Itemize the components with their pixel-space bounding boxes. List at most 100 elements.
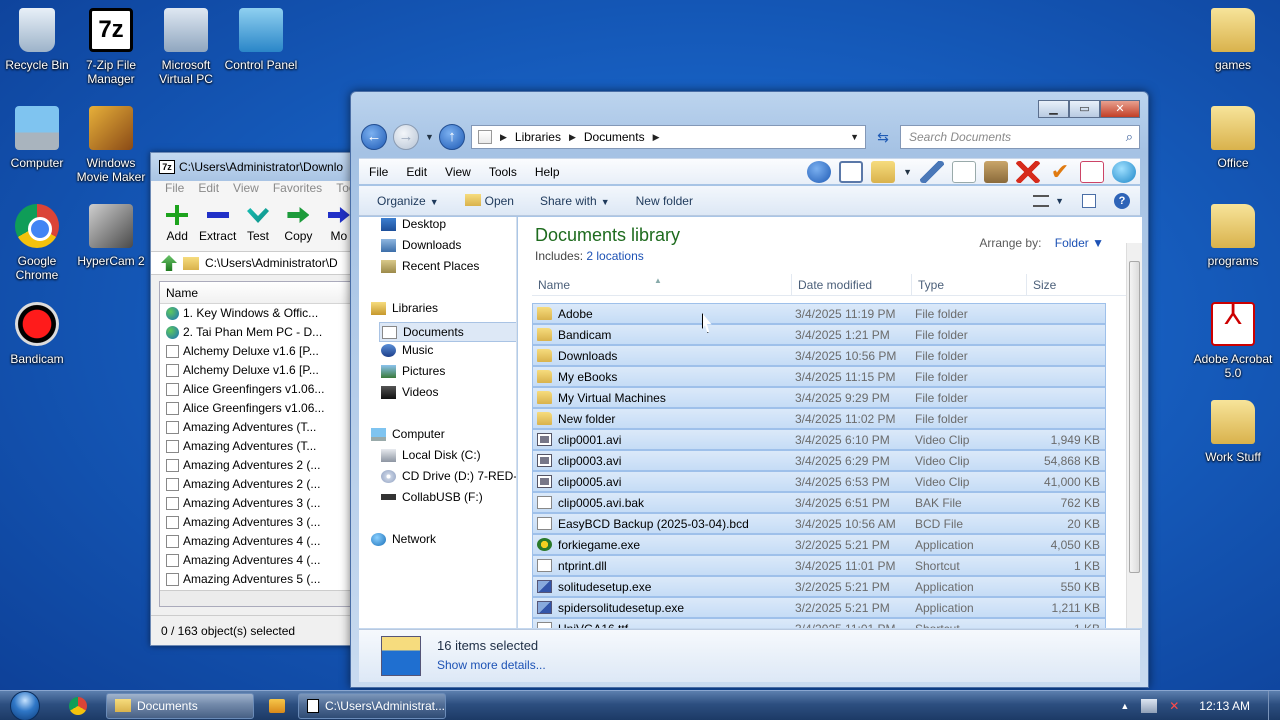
preview-pane-icon[interactable]: [1082, 193, 1096, 208]
taskbar-chrome[interactable]: [50, 692, 106, 720]
menu-view[interactable]: View: [445, 165, 471, 179]
nav-music[interactable]: Music: [381, 343, 433, 357]
list-item[interactable]: Alice Greenfingers v1.06...: [160, 380, 358, 399]
list-item[interactable]: Amazing Adventures 4 (...: [160, 551, 358, 570]
up-button[interactable]: ↑: [439, 124, 465, 150]
cut-icon[interactable]: [920, 160, 944, 183]
seven-zip-titlebar[interactable]: 7z C:\Users\Administrator\Downlo: [151, 153, 359, 181]
organize-button[interactable]: Organize ▼: [377, 194, 439, 208]
copy-button[interactable]: Copy: [278, 199, 318, 251]
locations-link[interactable]: 2 locations: [586, 249, 643, 263]
file-row[interactable]: My eBooks 3/4/2025 11:15 PM File folder: [532, 366, 1106, 387]
new-folder-button[interactable]: New folder: [636, 194, 693, 208]
arrange-by[interactable]: Arrange by: Folder ▼: [979, 236, 1104, 250]
desktop-icon-computer[interactable]: Computer: [0, 106, 78, 170]
menu-favorites[interactable]: Favorites: [273, 181, 322, 199]
nav-desktop[interactable]: Desktop: [381, 217, 446, 231]
paste-icon[interactable]: [984, 160, 1008, 183]
volume-muted-icon[interactable]: ✕: [1169, 699, 1179, 713]
chevron-right-icon[interactable]: ▶: [500, 132, 507, 143]
file-row[interactable]: Downloads 3/4/2025 10:56 PM File folder: [532, 345, 1106, 366]
file-list-pane[interactable]: Documents library Includes: 2 locations …: [518, 217, 1142, 628]
vertical-scrollbar[interactable]: [1126, 243, 1142, 628]
globe-icon[interactable]: [1112, 160, 1136, 183]
test-button[interactable]: Test: [238, 199, 278, 251]
list-item[interactable]: Amazing Adventures 3 (...: [160, 513, 358, 532]
desktop-icon-movie-maker[interactable]: Windows Movie Maker: [70, 106, 152, 184]
list-item[interactable]: Amazing Adventures 5 (...: [160, 570, 358, 589]
chevron-down-icon[interactable]: ▼: [850, 132, 865, 142]
back-button[interactable]: ←: [361, 124, 387, 150]
list-item[interactable]: Alice Greenfingers v1.06...: [160, 399, 358, 418]
column-size[interactable]: Size: [1027, 274, 1126, 295]
file-row[interactable]: Adobe 3/4/2025 11:19 PM File folder: [532, 303, 1106, 324]
menu-file[interactable]: File: [165, 181, 184, 199]
desktop-icon-acrobat[interactable]: Adobe Acrobat 5.0: [1192, 302, 1274, 380]
list-item[interactable]: Alchemy Deluxe v1.6 [P...: [160, 342, 358, 361]
menu-view[interactable]: View: [233, 181, 259, 199]
nav-computer[interactable]: Computer: [371, 427, 445, 441]
up-folder-icon[interactable]: [807, 160, 832, 183]
forward-button[interactable]: →: [393, 124, 419, 150]
delete-icon[interactable]: [1016, 160, 1040, 183]
folders-pane-icon[interactable]: [839, 160, 864, 183]
desktop-icon-office[interactable]: Office: [1192, 106, 1274, 170]
taskbar-task-documents[interactable]: Documents: [106, 692, 254, 719]
view-options-icon[interactable]: [1033, 194, 1050, 207]
file-row[interactable]: solitudesetup.exe 3/2/2025 5:21 PM Applica…: [532, 576, 1106, 597]
nav-videos[interactable]: Videos: [381, 385, 438, 399]
file-row[interactable]: clip0005.avi.bak 3/4/2025 6:51 PM BAK File…: [532, 492, 1106, 513]
list-item[interactable]: 2. Tai Phan Mem PC - D...: [160, 323, 358, 342]
file-row[interactable]: Bandicam 3/4/2025 1:21 PM File folder: [532, 324, 1106, 345]
list-item[interactable]: Amazing Adventures (T...: [160, 437, 358, 456]
list-item[interactable]: Amazing Adventures 4 (...: [160, 532, 358, 551]
add-button[interactable]: Add: [157, 199, 197, 251]
maximize-button[interactable]: ▭: [1069, 100, 1100, 118]
column-type[interactable]: Type: [912, 274, 1027, 295]
check-icon[interactable]: ✔: [1048, 160, 1072, 183]
desktop-icon-bandicam[interactable]: Bandicam: [0, 302, 78, 366]
desktop-icon-chrome[interactable]: Google Chrome: [0, 204, 78, 282]
share-with-button[interactable]: Share with ▼: [540, 194, 610, 208]
explorer-window[interactable]: ▁ ▭ ✕ ← → ▼ ↑ ▶ Libraries ▶ Documents ▶ …: [350, 91, 1149, 688]
desktop-icon-7zip[interactable]: 7z 7-Zip File Manager: [70, 8, 152, 86]
file-row[interactable]: UniVGA16.ttf 3/4/2025 11:01 PMShortcut1 K…: [532, 618, 1106, 628]
file-row[interactable]: EasyBCD Backup (2025-03-04).bcd 3/4/2025 …: [532, 513, 1106, 534]
file-row[interactable]: spidersolitudesetup.exe 3/2/2025 5:21 PM A…: [532, 597, 1106, 618]
properties-icon[interactable]: [1080, 160, 1104, 183]
breadcrumb-libraries[interactable]: Libraries: [515, 130, 561, 144]
horizontal-scrollbar[interactable]: [160, 590, 358, 606]
show-more-details-link[interactable]: Show more details...: [437, 658, 546, 672]
menu-edit[interactable]: Edit: [198, 181, 219, 199]
arrange-value[interactable]: Folder ▼: [1055, 236, 1104, 250]
desktop-icon-recycle-bin[interactable]: Recycle Bin: [0, 8, 78, 72]
taskbar-media-player[interactable]: [256, 693, 298, 719]
file-row[interactable]: New folder 3/4/2025 11:02 PM File folder: [532, 408, 1106, 429]
history-dropdown-icon[interactable]: ▼: [425, 132, 434, 142]
clock[interactable]: 12:13 AM: [1199, 699, 1250, 713]
show-hidden-icons-icon[interactable]: ▲: [1120, 701, 1129, 711]
file-row[interactable]: clip0003.avi 3/4/2025 6:29 PM Video Clip 54…: [532, 450, 1106, 471]
copy-icon[interactable]: [952, 160, 976, 183]
menu-edit[interactable]: Edit: [406, 165, 427, 179]
chevron-down-icon[interactable]: ▼: [903, 167, 912, 177]
desktop-icon-virtual-pc[interactable]: Microsoft Virtual PC: [145, 8, 227, 86]
nav-documents[interactable]: Documents: [379, 322, 516, 342]
menu-help[interactable]: Help: [535, 165, 560, 179]
nav-usb-drive[interactable]: CollabUSB (F:): [381, 490, 483, 504]
chevron-right-icon[interactable]: ▶: [653, 132, 660, 143]
close-button[interactable]: ✕: [1100, 100, 1140, 118]
minimize-button[interactable]: ▁: [1038, 100, 1069, 118]
desktop-icon-control-panel[interactable]: Control Panel: [220, 8, 302, 72]
desktop-icon-hypercam[interactable]: HyperCam 2: [70, 204, 152, 268]
help-icon[interactable]: ?: [1114, 192, 1130, 209]
nav-cd-drive[interactable]: CD Drive (D:) 7-RED-: [381, 469, 516, 483]
file-row[interactable]: ntprint.dll 3/4/2025 11:01 PM Shortcut 1 KB: [532, 555, 1106, 576]
file-row[interactable]: clip0001.avi 3/4/2025 6:10 PM Video Clip 1,…: [532, 429, 1106, 450]
menu-tools[interactable]: Tools: [489, 165, 517, 179]
address-bar[interactable]: ▶ Libraries ▶ Documents ▶ ▼: [471, 125, 866, 149]
file-row[interactable]: clip0005.avi 3/4/2025 6:53 PM Video Clip 41…: [532, 471, 1106, 492]
refresh-icon[interactable]: ⇆: [872, 129, 894, 146]
nav-network[interactable]: Network: [371, 532, 436, 546]
taskbar-task-7zip[interactable]: 7z C:\Users\Administrat...: [298, 692, 446, 719]
